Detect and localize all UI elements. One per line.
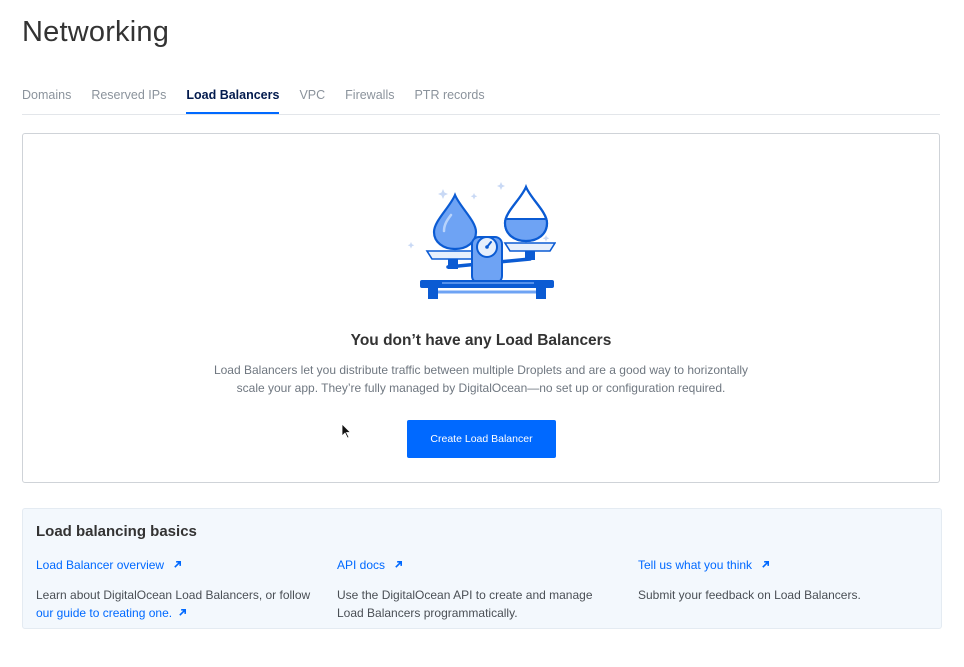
basics-column-api: API docs Use the DigitalOcean API to cre…: [337, 556, 627, 622]
api-text-line-2: Load Balancers programmatically.: [337, 606, 518, 620]
overview-description: Learn about DigitalOcean Load Balancers,…: [36, 586, 326, 622]
tab-reserved-ips[interactable]: Reserved IPs: [91, 80, 166, 113]
feedback-link[interactable]: Tell us what you think: [638, 558, 770, 572]
basics-column-feedback: Tell us what you think Submit your feedb…: [638, 556, 928, 604]
tab-vpc[interactable]: VPC: [299, 80, 325, 113]
arrow-up-right-icon: [179, 608, 187, 616]
mouse-pointer-icon: [341, 423, 351, 439]
load-balancing-basics: Load balancing basics Load Balancer over…: [22, 508, 942, 629]
api-docs-link-label: API docs: [337, 558, 386, 572]
api-docs-link[interactable]: API docs: [337, 558, 403, 572]
basics-column-overview: Load Balancer overview Learn about Digit…: [36, 556, 326, 622]
balance-scale-droplets-illustration: [407, 182, 556, 299]
tab-domains[interactable]: Domains: [22, 80, 71, 113]
api-text-line-1: Use the DigitalOcean API to create and m…: [337, 588, 593, 602]
feedback-description: Submit your feedback on Load Balancers.: [638, 588, 861, 602]
description-line-2: scale your app. They’re fully managed by…: [236, 381, 726, 395]
api-description: Use the DigitalOcean API to create and m…: [337, 586, 627, 622]
arrow-up-right-icon: [395, 560, 403, 568]
arrow-up-right-icon: [762, 560, 770, 568]
tab-firewalls[interactable]: Firewalls: [345, 80, 394, 113]
empty-state-description: Load Balancers let you distribute traffi…: [173, 361, 789, 397]
networking-page: Networking Domains Reserved IPs Load Bal…: [0, 0, 964, 667]
basics-title: Load balancing basics: [36, 523, 197, 540]
overview-link-label: Load Balancer overview: [36, 558, 165, 572]
page-title: Networking: [22, 16, 170, 48]
empty-state-title: You don’t have any Load Balancers: [350, 332, 612, 349]
empty-state-card: You don’t have any Load Balancers Load B…: [22, 133, 940, 483]
description-line-1: Load Balancers let you distribute traffi…: [213, 363, 749, 377]
overview-text: Learn about DigitalOcean Load Balancers,…: [36, 588, 311, 602]
feedback-link-label: Tell us what you think: [638, 558, 753, 572]
networking-tabs: Domains Reserved IPs Load Balancers VPC …: [22, 80, 940, 115]
load-balancer-overview-link[interactable]: Load Balancer overview: [36, 558, 182, 572]
guide-link-label: our guide to creating one.: [36, 606, 173, 620]
tab-load-balancers[interactable]: Load Balancers: [186, 80, 280, 114]
guide-link[interactable]: our guide to creating one.: [36, 606, 187, 620]
arrow-up-right-icon: [174, 560, 182, 568]
create-load-balancer-button[interactable]: Create Load Balancer: [407, 420, 556, 458]
tab-ptr-records[interactable]: PTR records: [414, 80, 484, 113]
